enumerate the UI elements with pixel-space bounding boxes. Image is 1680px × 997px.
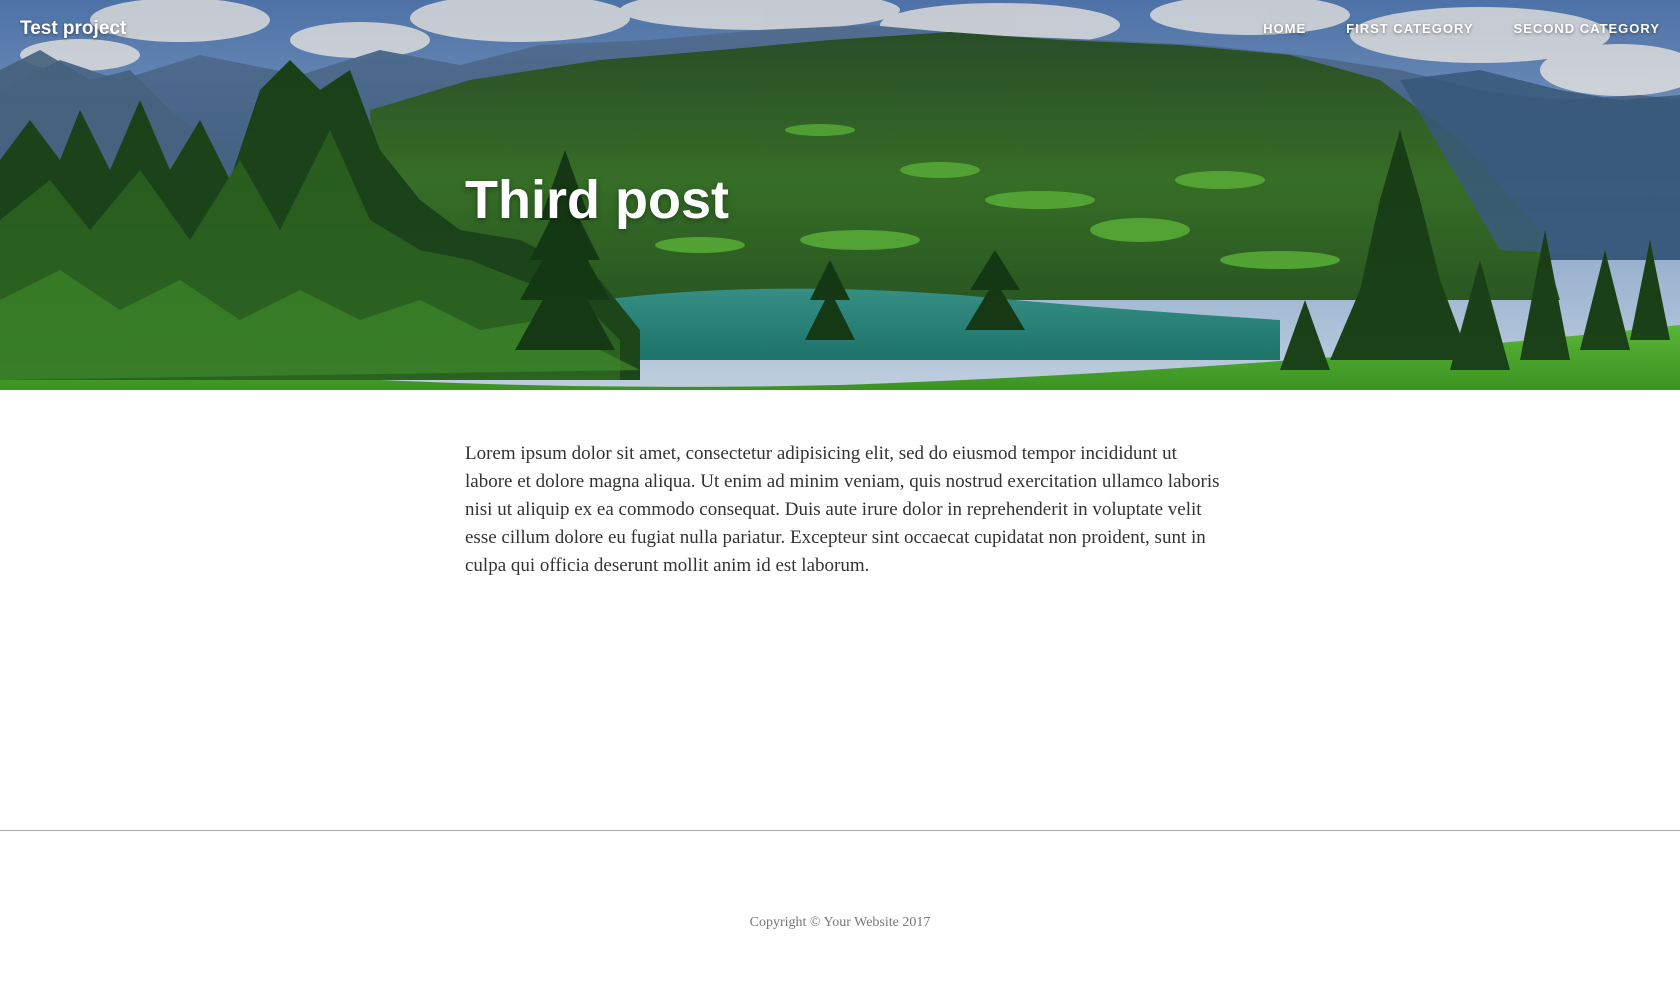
hero-header: Test project Home First Category Second … [0,0,1680,390]
nav-links: Home First Category Second Category [1263,21,1660,36]
nav-link-second-category[interactable]: Second Category [1514,21,1660,36]
copyright-text: Copyright © Your Website 2017 [749,915,931,930]
post-body-paragraph: Lorem ipsum dolor sit amet, consectetur … [465,443,1220,576]
page: Test project Home First Category Second … [0,0,1680,997]
footer-divider [0,830,1680,831]
post-title: Third post [465,170,729,230]
brand-link[interactable]: Test project [20,18,126,40]
post-article: Lorem ipsum dolor sit amet, consectetur … [465,440,1225,580]
top-navbar: Test project Home First Category Second … [0,0,1680,60]
nav-link-first-category[interactable]: First Category [1346,21,1473,36]
footer: Copyright © Your Website 2017 [0,913,1680,931]
nav-link-home[interactable]: Home [1263,21,1306,36]
